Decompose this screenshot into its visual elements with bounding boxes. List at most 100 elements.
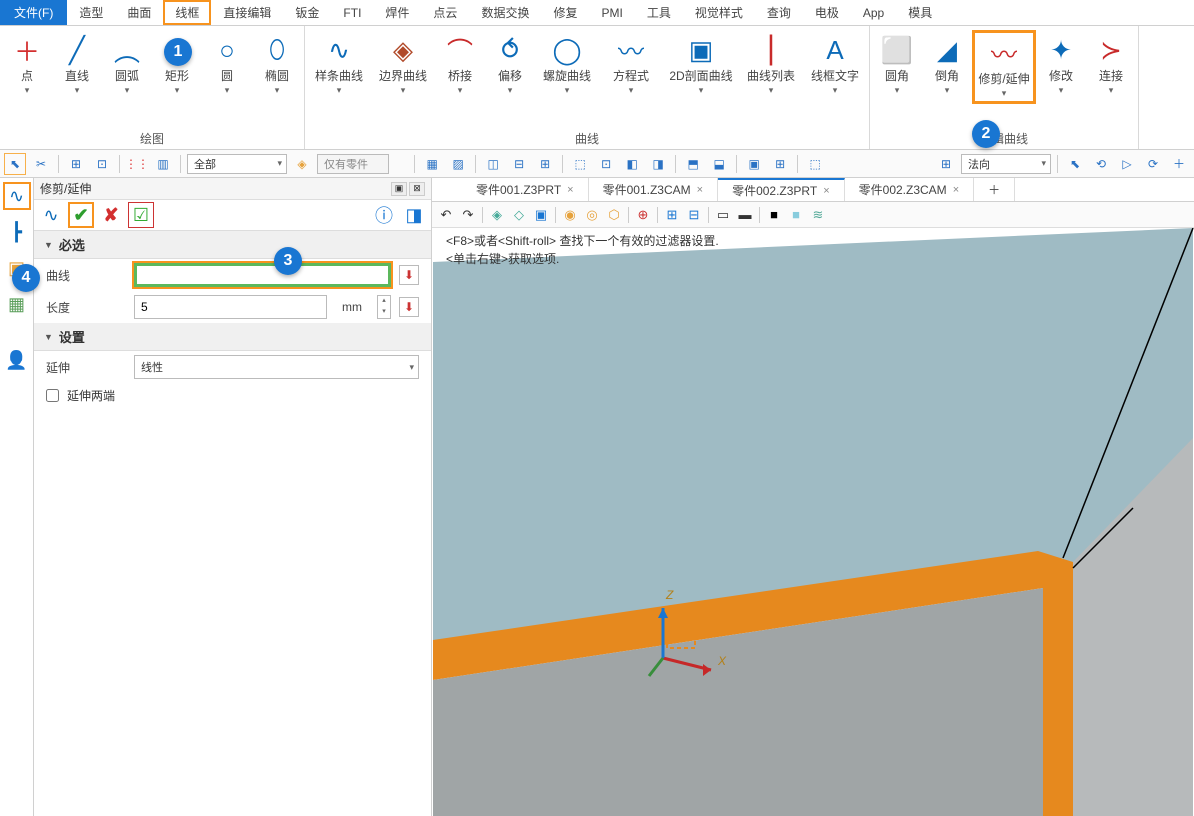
close-icon[interactable]: × (697, 184, 703, 196)
plus-icon[interactable]: ＋ (1168, 153, 1190, 175)
ribbon-修改[interactable]: ✦修改▾ (1036, 30, 1086, 98)
apply-button[interactable]: ✔ (68, 202, 94, 228)
tb-ico-e[interactable]: ⊞ (534, 153, 556, 175)
grid-icon[interactable]: ⊞ (65, 153, 87, 175)
scissors-icon[interactable]: ✂ (30, 153, 52, 175)
menu-item-14[interactable]: 电极 (803, 0, 851, 25)
ribbon-螺旋曲线[interactable]: ◯螺旋曲线▾ (535, 30, 599, 98)
menu-item-16[interactable]: 模具 (896, 0, 944, 25)
menu-item-0[interactable]: 造型 (67, 0, 115, 25)
tb-ico-l[interactable]: ▣ (743, 153, 765, 175)
length-input[interactable] (134, 295, 327, 319)
ribbon-2D剖面曲线[interactable]: ▣2D剖面曲线▾ (663, 30, 739, 98)
vt-hex-icon[interactable]: ⬡ (604, 205, 624, 225)
vt-layers-icon[interactable]: ≋ (808, 205, 828, 225)
curve-input[interactable] (134, 263, 391, 287)
new-tab-button[interactable]: ＋ (974, 178, 1015, 201)
vt-cube1-icon[interactable]: ◈ (487, 205, 507, 225)
menu-item-4[interactable]: 钣金 (283, 0, 331, 25)
ribbon-曲线列表[interactable]: ⎮曲线列表▾ (739, 30, 803, 98)
menu-file[interactable]: 文件(F) (0, 0, 67, 25)
side-tab-user-icon[interactable]: 👤 (3, 346, 31, 374)
canvas-3d[interactable]: <F8>或者<Shift-roll> 查找下一个有效的过滤器设置. <单击右键>… (432, 228, 1194, 816)
doc-tab[interactable]: 零件002.Z3CAM× (845, 178, 974, 201)
info-button[interactable]: ⓘ (371, 202, 397, 228)
menu-item-13[interactable]: 查询 (755, 0, 803, 25)
ribbon-偏移[interactable]: ⥀偏移▾ (485, 30, 535, 98)
doc-tab[interactable]: 零件001.Z3PRT× (462, 178, 589, 201)
cancel-button[interactable]: ✘ (98, 202, 124, 228)
side-tab-tree-icon[interactable]: ┣ (3, 218, 31, 246)
menu-item-6[interactable]: 焊件 (373, 0, 421, 25)
menu-item-15[interactable]: App (851, 0, 896, 25)
ribbon-点[interactable]: ＋点▾ (2, 30, 52, 98)
ribbon-直线[interactable]: ╱直线▾ (52, 30, 102, 98)
tb-ico-a[interactable]: ▦ (421, 153, 443, 175)
cube-icon[interactable]: ◈ (291, 153, 313, 175)
vt-grid2-icon[interactable]: ⊟ (684, 205, 704, 225)
ribbon-线框文字[interactable]: A线框文字▾ (803, 30, 867, 98)
vt-win1-icon[interactable]: ▭ (713, 205, 733, 225)
both-ends-checkbox[interactable] (46, 389, 59, 402)
menu-item-12[interactable]: 视觉样式 (683, 0, 755, 25)
tb-grid-icon[interactable]: ⊞ (935, 153, 957, 175)
curve-pick-button[interactable]: ⬇ (399, 265, 419, 285)
repeat-button[interactable]: ☑ (128, 202, 154, 228)
ribbon-圆[interactable]: ○圆▾ (202, 30, 252, 98)
tb-ico-d[interactable]: ⊟ (508, 153, 530, 175)
tb-ico-n[interactable]: ⬚ (804, 153, 826, 175)
dots-icon[interactable]: ⋮⋮ (126, 153, 148, 175)
close-icon[interactable]: × (567, 184, 573, 196)
ribbon-样条曲线[interactable]: ∿样条曲线▾ (307, 30, 371, 98)
vt-undo-icon[interactable]: ↶ (436, 205, 456, 225)
normal-combo[interactable]: 法向 (961, 154, 1051, 174)
extend-combo[interactable]: 线性 (134, 355, 419, 379)
filter-combo[interactable]: 全部 (187, 154, 287, 174)
cursor2-icon[interactable]: ⬉ (1064, 153, 1086, 175)
menu-item-1[interactable]: 曲面 (115, 0, 163, 25)
doc-tab[interactable]: 零件002.Z3PRT× (718, 178, 845, 201)
ribbon-椭圆[interactable]: ⬯椭圆▾ (252, 30, 302, 98)
expand-button[interactable]: ◨ (401, 202, 427, 228)
vt-grid1-icon[interactable]: ⊞ (662, 205, 682, 225)
length-spinner[interactable]: ▴▾ (377, 295, 391, 319)
tb-ico-c[interactable]: ◫ (482, 153, 504, 175)
length-pick-button[interactable]: ⬇ (399, 297, 419, 317)
tb-ico-m[interactable]: ⊞ (769, 153, 791, 175)
close-icon[interactable]: × (953, 184, 959, 196)
settings-section-header[interactable]: 设置 (34, 323, 431, 351)
menu-item-7[interactable]: 点云 (421, 0, 469, 25)
required-section-header[interactable]: 必选 (34, 231, 431, 259)
ribbon-方程式[interactable]: 〰方程式▾ (599, 30, 663, 98)
tb-ico-f[interactable]: ⬚ (569, 153, 591, 175)
play-fwd-icon[interactable]: ⟳ (1142, 153, 1164, 175)
tb-ico-g[interactable]: ⊡ (595, 153, 617, 175)
vt-cube2-icon[interactable]: ◇ (509, 205, 529, 225)
vt-redo-icon[interactable]: ↷ (458, 205, 478, 225)
menu-item-10[interactable]: PMI (589, 0, 634, 25)
menu-item-3[interactable]: 直接编辑 (211, 0, 283, 25)
panel-minimize-button[interactable]: ▣ (391, 182, 407, 196)
tb-ico-j[interactable]: ⬒ (682, 153, 704, 175)
ribbon-圆角[interactable]: ⬜圆角▾ (872, 30, 922, 98)
ribbon-连接[interactable]: ≻连接▾ (1086, 30, 1136, 98)
play-back-icon[interactable]: ⟲ (1090, 153, 1112, 175)
tb-ico-b[interactable]: ▨ (447, 153, 469, 175)
menu-item-wireframe[interactable]: 线框 (163, 0, 211, 25)
menu-item-8[interactable]: 数据交换 (469, 0, 541, 25)
dotted-icon[interactable]: ⊡ (91, 153, 113, 175)
vt-target-icon[interactable]: ⊕ (633, 205, 653, 225)
palette-icon[interactable]: ▥ (152, 153, 174, 175)
ribbon-桥接[interactable]: ⌒桥接▾ (435, 30, 485, 98)
vt-win2-icon[interactable]: ▬ (735, 205, 755, 225)
play-icon[interactable]: ▷ (1116, 153, 1138, 175)
vt-black-icon[interactable]: ■ (764, 205, 784, 225)
doc-tab[interactable]: 零件001.Z3CAM× (589, 178, 718, 201)
side-tab-curve-icon[interactable]: ∿ (3, 182, 31, 210)
side-tab-image-icon[interactable]: ▦ (3, 290, 31, 318)
panel-close-button[interactable]: ⊠ (409, 182, 425, 196)
menu-item-5[interactable]: FTI (331, 0, 373, 25)
ribbon-边界曲线[interactable]: ◈边界曲线▾ (371, 30, 435, 98)
cursor-icon[interactable]: ⬉ (4, 153, 26, 175)
close-icon[interactable]: × (823, 185, 829, 197)
